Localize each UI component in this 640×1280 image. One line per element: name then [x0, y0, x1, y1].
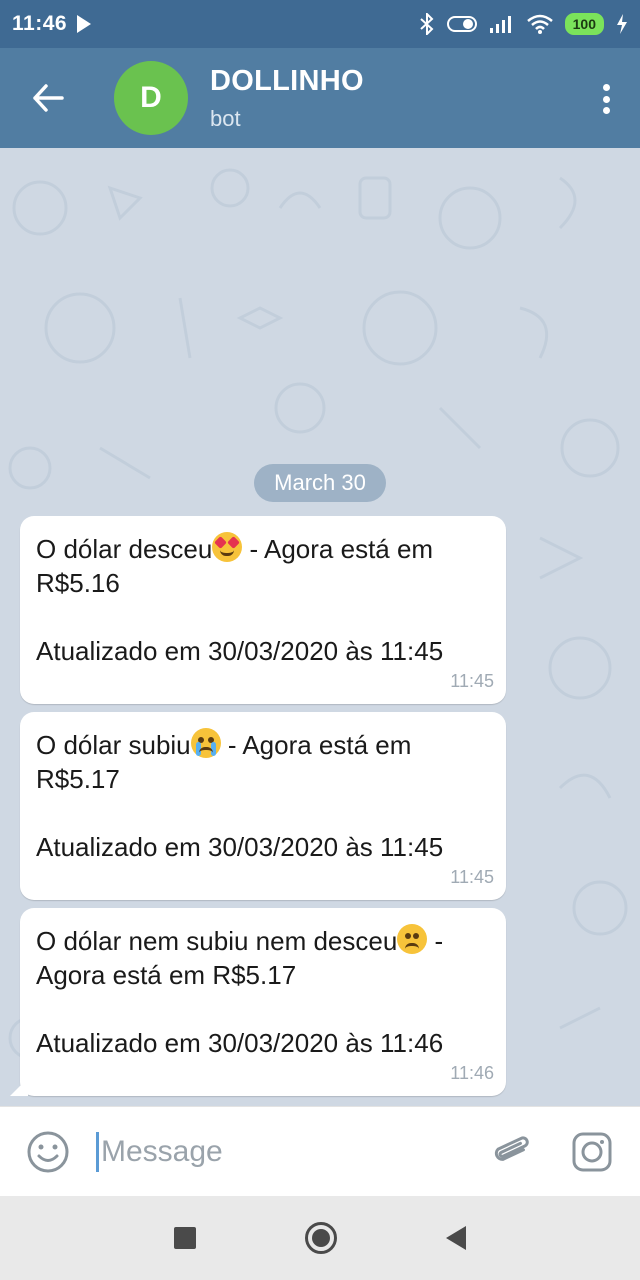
chat-subtitle: bot — [210, 105, 241, 131]
camera-button[interactable] — [544, 1107, 640, 1197]
play-store-icon — [77, 15, 92, 33]
signal-icon — [489, 14, 515, 34]
menu-dot-icon — [602, 95, 610, 103]
message-bubble[interactable]: O dólar desceu - Agora está em R$5.16 At… — [20, 516, 506, 704]
nav-back-button[interactable] — [445, 1226, 466, 1250]
back-arrow-icon — [33, 84, 64, 112]
message-line: O dólar nem subiu nem desceu - — [36, 924, 490, 958]
camera-icon — [572, 1132, 612, 1171]
message-bubble[interactable]: O dólar subiu - Agora está em R$5.17 Atu… — [20, 712, 506, 900]
message-line: R$5.17 — [36, 764, 120, 794]
message-time: 11:46 — [450, 1063, 494, 1083]
message-line: O dólar subiu - Agora está em — [36, 728, 490, 762]
chat-title: DOLLINHO — [210, 64, 364, 97]
status-time: 11:46 — [12, 12, 68, 35]
menu-dot-icon — [602, 84, 610, 91]
message-line: O dólar desceu - Agora está em — [36, 532, 490, 566]
recents-button[interactable] — [174, 1227, 197, 1249]
home-button[interactable] — [304, 1222, 337, 1254]
message-text: - Agora está em — [242, 534, 434, 564]
toggle-icon — [446, 15, 477, 33]
menu-dot-icon — [602, 107, 610, 114]
text-caret — [96, 1131, 99, 1172]
message-text: O dólar nem subiu nem desceu — [36, 926, 398, 956]
battery-indicator: 100 — [564, 13, 604, 35]
message-text: - Agora está em — [220, 730, 412, 760]
message-updated-line: Atualizado em 30/03/2020 às 11:45 — [36, 636, 444, 666]
message-input-bar: Message — [0, 1106, 640, 1196]
back-button[interactable] — [0, 48, 96, 148]
message-line: Agora está em R$5.17 — [36, 960, 297, 990]
battery-level: 100 — [572, 16, 596, 32]
paperclip-icon — [494, 1135, 529, 1161]
smiley-icon — [27, 1131, 69, 1172]
crying-emoji — [190, 728, 221, 758]
system-nav-bar — [0, 1196, 640, 1280]
message-bubble[interactable]: O dólar nem subiu nem desceu - Agora est… — [10, 908, 506, 1096]
avatar-letter: D — [140, 81, 162, 114]
wifi-icon — [526, 14, 553, 34]
message-text: O dólar subiu — [36, 730, 191, 760]
heart-eyes-emoji — [212, 532, 243, 562]
message-time: 11:45 — [450, 867, 494, 887]
chat-header: D DOLLINHO bot — [0, 48, 640, 148]
home-icon — [311, 1229, 330, 1247]
message-line: R$5.16 — [36, 568, 120, 598]
status-bar: 11:46 100 — [0, 0, 640, 48]
message-updated-line: Atualizado em 30/03/2020 às 11:45 — [36, 832, 444, 862]
message-text: O dólar desceu — [36, 534, 213, 564]
message-text: - — [427, 926, 444, 956]
status-icons: 100 — [419, 13, 628, 35]
bluetooth-icon — [419, 13, 435, 35]
confused-emoji — [397, 924, 428, 954]
attach-button[interactable] — [480, 1107, 544, 1197]
date-chip: March 30 — [254, 464, 386, 502]
avatar[interactable]: D — [114, 61, 188, 135]
emoji-button[interactable] — [0, 1107, 96, 1197]
chat-area[interactable]: March 30 O dólar desceu - Agora está em … — [0, 148, 640, 1106]
charging-icon — [616, 14, 628, 34]
more-options-button[interactable] — [602, 84, 610, 114]
message-time: 11:45 — [450, 671, 494, 691]
message-input[interactable]: Message — [96, 1107, 480, 1197]
message-placeholder: Message — [101, 1134, 223, 1168]
chat-title-block[interactable]: DOLLINHO bot — [210, 65, 364, 132]
message-updated-line: Atualizado em 30/03/2020 às 11:46 — [36, 1028, 444, 1058]
